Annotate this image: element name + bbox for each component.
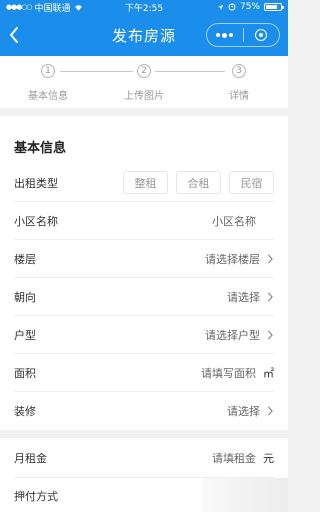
status-bar: ●●●○○ 中国联通 下午2:55 75% [0,0,288,14]
area-label: 面积 [14,366,36,380]
community-placeholder: 小区名称 [212,214,256,228]
rent-row[interactable]: 月租金 请填租金 元 [14,438,274,478]
status-right: 75% [217,2,284,12]
navigation-bar: 发布房源 [0,14,288,56]
floor-label: 楼层 [14,252,36,266]
chevron-right-icon [267,253,273,264]
target-icon [255,29,268,41]
area-unit: ㎡ [263,366,274,380]
basic-info-section: 基本信息 出租类型 整租 合租 民宿 小区名称 小区名称 楼层 请选择楼层 朝向… [0,116,288,430]
decoration-picker[interactable]: 请选择 [227,403,274,419]
progress-steps: 1 基本信息 2 上传图片 3 详情 [0,56,288,108]
step-label: 基本信息 [28,91,68,102]
option-shared-rent[interactable]: 合租 [176,171,221,194]
wifi-icon [74,4,82,11]
app-header: ●●●○○ 中国联通 下午2:55 75% 发布房源 [0,0,288,56]
rent-type-row: 出租类型 整租 合租 民宿 [14,164,274,202]
step-number: 3 [232,64,246,78]
step-number: 2 [137,64,151,78]
step-upload-images: 2 上传图片 [114,64,174,102]
battery-percent: 75% [239,2,260,12]
step-basic-info: 1 基本信息 [18,64,78,102]
section-title: 基本信息 [14,141,67,156]
rent-placeholder: 请填租金 [212,451,256,465]
rent-input[interactable]: 请填租金 元 [212,450,274,466]
area-row[interactable]: 面积 请填写面积 ㎡ [14,354,274,392]
section-gap [0,108,288,116]
decoration-label: 装修 [14,405,36,418]
back-button[interactable] [0,14,28,56]
chevron-right-icon [267,291,273,302]
option-whole-rent[interactable]: 整租 [123,171,168,194]
rent-type-options: 整租 合租 民宿 [123,171,274,194]
close-miniprogram-button[interactable] [244,24,280,46]
location-icon [217,4,224,10]
community-row[interactable]: 小区名称 小区名称 [14,202,274,240]
layout-row[interactable]: 户型 请选择户型 [14,316,274,354]
rent-type-label: 出租类型 [14,176,58,190]
chevron-right-icon [267,406,273,416]
layout-picker[interactable]: 请选择户型 [205,327,274,343]
area-placeholder: 请填写面积 [201,366,256,380]
rent-label: 月租金 [14,451,47,465]
carrier-label: 中国联通 [34,3,71,14]
community-label: 小区名称 [14,214,58,228]
floor-row[interactable]: 楼层 请选择楼层 [14,240,274,278]
orientation-label: 朝向 [14,290,36,304]
alarm-icon [228,3,236,11]
step-details: 3 详情 [209,64,269,102]
area-input[interactable]: 请填写面积 ㎡ [201,365,274,381]
decoration-placeholder: 请选择 [227,405,260,418]
signal-icon: ●●●○○ [6,3,33,11]
step-label: 详情 [229,91,249,102]
section-gap [0,430,288,438]
layout-placeholder: 请选择户型 [205,328,260,342]
mini-program-capsule [206,23,280,47]
battery-icon [264,3,284,11]
step-number: 1 [41,64,55,78]
decoration-row[interactable]: 装修 请选择 [14,392,274,430]
chevron-right-icon [267,329,273,340]
more-button[interactable] [207,24,243,46]
orientation-row[interactable]: 朝向 请选择 [14,278,274,316]
step-label: 上传图片 [124,91,164,102]
floor-picker[interactable]: 请选择楼层 [205,251,274,267]
chevron-left-icon [10,27,18,43]
payment-label: 押付方式 [14,490,58,503]
more-dots-icon [216,32,234,38]
status-left: ●●●○○ 中国联通 [6,1,83,14]
orientation-placeholder: 请选择 [227,290,260,304]
community-input[interactable]: 小区名称 [212,213,256,229]
orientation-picker[interactable]: 请选择 [227,289,274,305]
layout-label: 户型 [14,328,36,342]
option-homestay[interactable]: 民宿 [229,171,274,194]
rent-unit: 元 [263,451,274,465]
watermark-overlay [202,478,288,512]
floor-placeholder: 请选择楼层 [205,252,260,266]
